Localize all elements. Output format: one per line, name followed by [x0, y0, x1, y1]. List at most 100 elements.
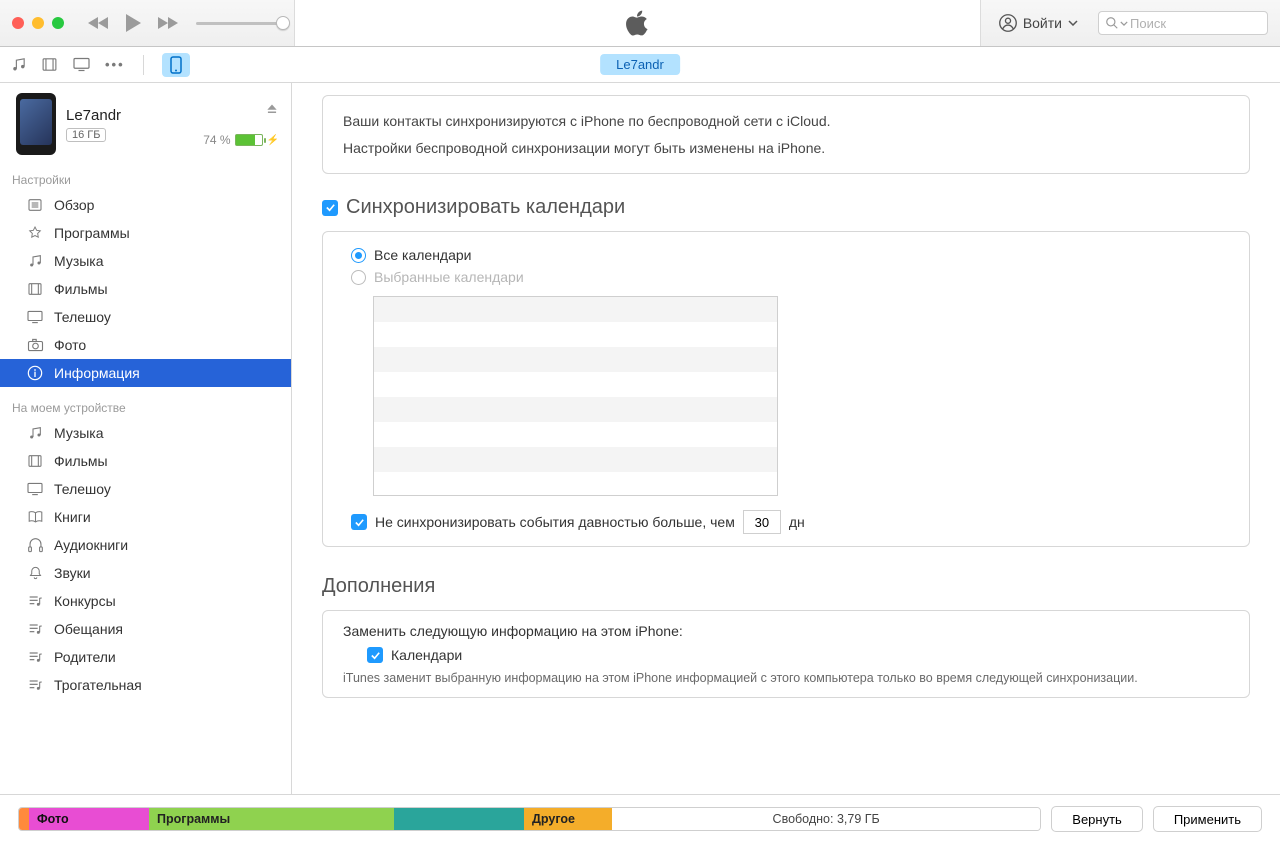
days-unit: дн — [789, 514, 805, 530]
device-name-pill[interactable]: Le7andr — [600, 57, 680, 72]
audiobook-icon — [26, 536, 44, 554]
info-icon — [26, 364, 44, 382]
titlebar: Войти — [0, 0, 1280, 47]
replace-label: Заменить следующую информацию на этом iP… — [343, 623, 1229, 639]
user-icon — [999, 14, 1017, 32]
prev-track-icon[interactable] — [88, 15, 110, 31]
sidebar-item-music[interactable]: Музыка — [0, 247, 291, 275]
sidebar-item-label: Программы — [54, 225, 130, 241]
sidebar-item-label: Обещания — [54, 621, 123, 637]
search-field[interactable] — [1098, 11, 1268, 35]
device-button[interactable] — [162, 53, 190, 77]
film-icon — [26, 452, 44, 470]
capacity-segment-apps: Программы — [149, 808, 394, 830]
separator — [143, 55, 144, 75]
revert-button[interactable]: Вернуть — [1051, 806, 1143, 832]
sidebar-item-bell[interactable]: Звуки — [0, 559, 291, 587]
more-tab-icon[interactable]: ••• — [105, 57, 125, 72]
movies-tab-icon[interactable] — [41, 56, 58, 73]
close-window-icon[interactable] — [12, 17, 24, 29]
footer: Фото Программы Другое Свободно: 3,79 ГБ … — [0, 794, 1280, 843]
sidebar-item-label: Телешоу — [54, 309, 111, 325]
signin-button[interactable]: Войти — [989, 10, 1088, 36]
sidebar-item-camera[interactable]: Фото — [0, 331, 291, 359]
volume-knob[interactable] — [276, 16, 290, 30]
playlist-icon — [26, 620, 44, 638]
minimize-window-icon[interactable] — [32, 17, 44, 29]
extras-panel: Заменить следующую информацию на этом iP… — [322, 610, 1250, 698]
chevron-down-icon — [1068, 20, 1078, 26]
sidebar-item-label: Фильмы — [54, 453, 108, 469]
replace-calendars-checkbox[interactable] — [367, 647, 383, 663]
book-icon — [26, 508, 44, 526]
content-pane: Ваши контакты синхронизируются с iPhone … — [292, 83, 1280, 794]
section-label-ondevice: На моем устройстве — [0, 397, 291, 419]
tv-tab-icon[interactable] — [72, 57, 91, 72]
calendars-panel: Все календари Выбранные календари Не син… — [322, 231, 1250, 547]
apple-logo-icon — [624, 8, 650, 38]
sidebar-item-audiobook[interactable]: Аудиокниги — [0, 531, 291, 559]
device-name: Le7andr — [66, 107, 121, 124]
search-icon — [1105, 16, 1119, 30]
music-tab-icon[interactable] — [10, 56, 27, 73]
tv-icon — [26, 480, 44, 498]
now-playing-well — [294, 0, 981, 46]
sidebar-item-label: Фильмы — [54, 281, 108, 297]
sidebar-item-label: Книги — [54, 509, 91, 525]
device-thumbnail — [16, 93, 56, 155]
playback-controls — [88, 13, 178, 33]
info-line: Настройки беспроводной синхронизации мог… — [343, 135, 1229, 162]
calendar-listbox[interactable] — [373, 296, 778, 496]
sidebar-item-film[interactable]: Фильмы — [0, 275, 291, 303]
film-icon — [26, 280, 44, 298]
sidebar-item-label: Трогательная — [54, 677, 142, 693]
window-controls — [12, 17, 64, 29]
play-icon[interactable] — [124, 13, 142, 33]
info-line: Ваши контакты синхронизируются с iPhone … — [343, 108, 1229, 135]
sidebar-item-playlist[interactable]: Конкурсы — [0, 587, 291, 615]
sidebar-item-list[interactable]: Обзор — [0, 191, 291, 219]
music-icon — [26, 252, 44, 270]
extras-header: Дополнения — [322, 575, 1250, 598]
next-track-icon[interactable] — [156, 15, 178, 31]
chevron-down-icon — [1120, 21, 1128, 26]
sidebar-item-tv[interactable]: Телешоу — [0, 475, 291, 503]
sidebar-item-playlist[interactable]: Обещания — [0, 615, 291, 643]
playlist-icon — [26, 676, 44, 694]
sync-calendars-checkbox[interactable] — [322, 200, 338, 216]
radio-selected-calendars[interactable]: Выбранные календари — [343, 266, 1229, 288]
days-field[interactable] — [743, 510, 781, 534]
camera-icon — [26, 336, 44, 354]
playlist-icon — [26, 592, 44, 610]
bell-icon — [26, 564, 44, 582]
sidebar-item-label: Музыка — [54, 253, 104, 269]
sidebar-item-label: Аудиокниги — [54, 537, 128, 553]
list-icon — [26, 196, 44, 214]
sidebar-item-music[interactable]: Музыка — [0, 419, 291, 447]
radio-icon — [351, 248, 366, 263]
capacity-segment-free: Свободно: 3,79 ГБ — [612, 808, 1040, 830]
zoom-window-icon[interactable] — [52, 17, 64, 29]
sidebar-item-info[interactable]: Информация — [0, 359, 291, 387]
sidebar-item-film[interactable]: Фильмы — [0, 447, 291, 475]
sidebar-item-playlist[interactable]: Трогательная — [0, 671, 291, 699]
no-sync-old-events-checkbox[interactable] — [351, 514, 367, 530]
volume-slider[interactable] — [196, 22, 286, 25]
apps-icon — [26, 224, 44, 242]
sidebar-item-label: Телешоу — [54, 481, 111, 497]
signin-label: Войти — [1023, 15, 1062, 31]
capacity-segment-other: Другое — [524, 808, 612, 830]
sidebar-item-label: Конкурсы — [54, 593, 116, 609]
sidebar-item-apps[interactable]: Программы — [0, 219, 291, 247]
capacity-bar: Фото Программы Другое Свободно: 3,79 ГБ — [18, 807, 1041, 831]
sidebar-item-book[interactable]: Книги — [0, 503, 291, 531]
sidebar-item-tv[interactable]: Телешоу — [0, 303, 291, 331]
apply-button[interactable]: Применить — [1153, 806, 1262, 832]
replace-note: iTunes заменит выбранную информацию на э… — [343, 671, 1229, 685]
sidebar-item-label: Обзор — [54, 197, 94, 213]
sidebar-item-playlist[interactable]: Родители — [0, 643, 291, 671]
radio-all-calendars[interactable]: Все календари — [343, 244, 1229, 266]
eject-icon[interactable] — [265, 101, 279, 115]
search-input[interactable] — [1130, 16, 1261, 31]
device-header: Le7andr 16 ГБ 74 % ⚡ — [0, 83, 291, 169]
